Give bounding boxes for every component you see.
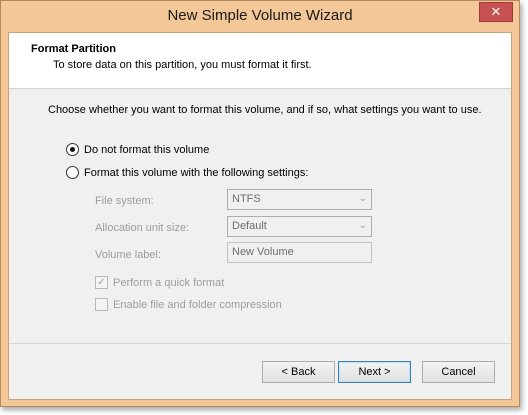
quick-format-checkbox[interactable]: ✓: [95, 276, 108, 289]
checkbox-label: Enable file and folder compression: [113, 298, 282, 311]
radio-format-volume[interactable]: Format this volume with the following se…: [66, 166, 308, 179]
cancel-button[interactable]: Cancel: [422, 361, 495, 383]
page-title: Format Partition: [31, 43, 116, 55]
file-system-select[interactable]: NTFS ⌄: [227, 189, 372, 210]
radio-button-selected[interactable]: [66, 143, 79, 156]
compression-option[interactable]: Enable file and folder compression: [95, 298, 282, 311]
wizard-client-area: Format Partition To store data on this p…: [8, 32, 512, 400]
close-button[interactable]: ✕: [479, 2, 513, 22]
radio-do-not-format[interactable]: Do not format this volume: [66, 143, 209, 156]
file-system-value: NTFS: [232, 193, 261, 205]
volume-label-label: Volume label:: [95, 249, 162, 261]
chevron-down-icon: ⌄: [358, 193, 367, 204]
compression-checkbox[interactable]: [95, 298, 108, 311]
window-title: New Simple Volume Wizard: [167, 7, 353, 24]
quick-format-option[interactable]: ✓ Perform a quick format: [95, 276, 224, 289]
intro-text: Choose whether you want to format this v…: [48, 104, 482, 116]
back-button[interactable]: < Back: [262, 361, 335, 383]
file-system-label: File system:: [95, 195, 154, 207]
allocation-unit-select[interactable]: Default ⌄: [227, 216, 372, 237]
next-button[interactable]: Next >: [338, 361, 411, 383]
allocation-unit-label: Allocation unit size:: [95, 222, 190, 234]
title-bar[interactable]: New Simple Volume Wizard ✕: [1, 1, 519, 32]
close-icon: ✕: [490, 4, 502, 19]
footer-divider: [9, 343, 511, 344]
checkbox-label: Perform a quick format: [113, 276, 225, 289]
volume-label-input[interactable]: New Volume: [227, 242, 372, 263]
radio-button[interactable]: [66, 166, 79, 179]
radio-label: Do not format this volume: [84, 143, 210, 156]
allocation-unit-value: Default: [232, 220, 267, 232]
wizard-header: Format Partition To store data on this p…: [9, 33, 511, 89]
wizard-window: New Simple Volume Wizard ✕ Format Partit…: [0, 0, 520, 407]
chevron-down-icon: ⌄: [358, 220, 367, 231]
page-subtitle: To store data on this partition, you mus…: [53, 59, 312, 71]
radio-label: Format this volume with the following se…: [84, 166, 309, 179]
